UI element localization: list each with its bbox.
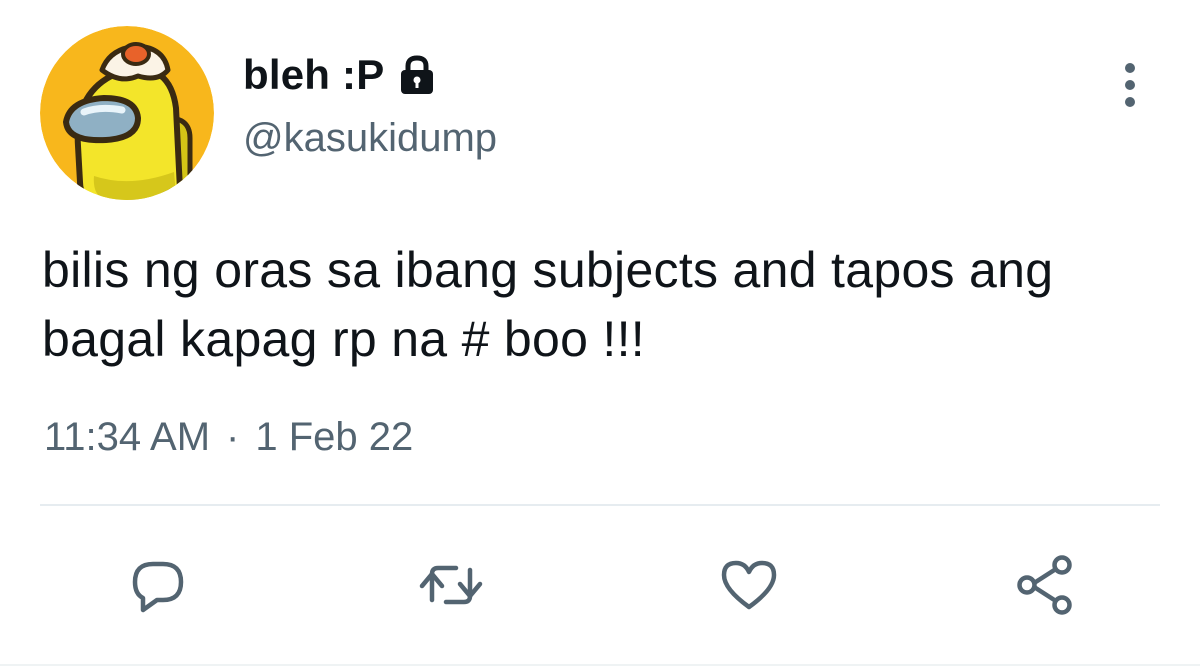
reply-icon bbox=[132, 561, 184, 613]
tweet-text-line: bagal kapag rp na # boo !!! bbox=[42, 311, 645, 367]
retweet-button[interactable] bbox=[411, 545, 491, 625]
like-icon bbox=[721, 560, 777, 610]
divider bbox=[40, 504, 1160, 506]
action-bar bbox=[0, 545, 1200, 625]
like-button[interactable] bbox=[709, 545, 789, 625]
tweet-date[interactable]: 1 Feb 22 bbox=[255, 415, 413, 460]
tweet-text: bilis ng oras sa ibang subjects and tapo… bbox=[42, 236, 1192, 374]
tweet-meta: 11:34 AM · 1 Feb 22 bbox=[44, 415, 413, 460]
avatar[interactable] bbox=[40, 26, 214, 200]
user-handle[interactable]: @kasukidump bbox=[243, 116, 497, 161]
retweet-icon bbox=[419, 565, 483, 605]
display-name-row: bleh :P bbox=[243, 48, 436, 102]
share-button[interactable] bbox=[1005, 545, 1085, 625]
tweet: bleh :P @kasukidump bilis ng oras sa iba… bbox=[0, 0, 1200, 670]
more-vertical-icon[interactable] bbox=[1106, 60, 1154, 110]
meta-separator: · bbox=[226, 415, 240, 459]
tweet-text-line: bilis ng oras sa ibang subjects and tapo… bbox=[42, 242, 1054, 298]
divider bbox=[0, 664, 1200, 666]
display-name[interactable]: bleh :P bbox=[243, 51, 384, 99]
tweet-time[interactable]: 11:34 AM bbox=[44, 415, 210, 460]
reply-button[interactable] bbox=[118, 545, 198, 625]
lock-icon bbox=[398, 55, 436, 95]
share-icon bbox=[1017, 555, 1072, 615]
among-us-crewmate-avatar-icon bbox=[40, 26, 214, 200]
